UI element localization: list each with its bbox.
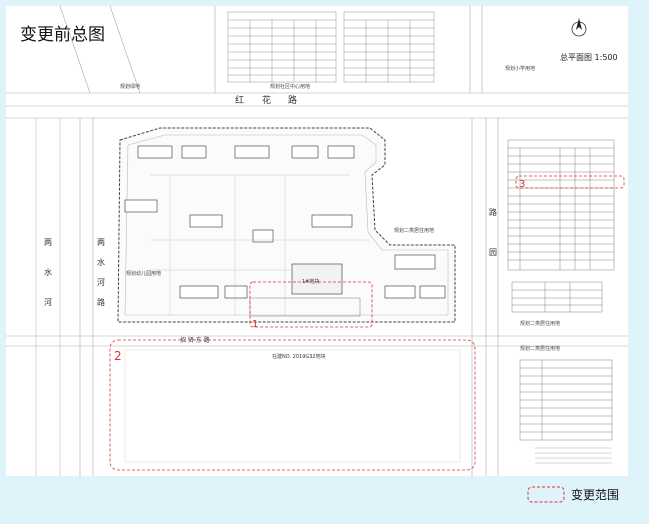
road-name-west-1: 两 <box>97 238 105 247</box>
site-plan-drawing: 变更前总图 总平面图 1:500 规划绿地 规划社区中心用地 规划小学用地 红 … <box>0 0 649 520</box>
building <box>189 214 223 228</box>
building <box>179 285 219 299</box>
label-residential-se: 规划二类居住用地 <box>520 320 560 327</box>
road-name-east-1: 路 <box>489 207 497 217</box>
road-name-north-3: 路 <box>288 94 297 106</box>
change-marker-3: 3 <box>519 179 525 190</box>
building <box>291 145 319 159</box>
scale-note: 总平面图 1:500 <box>560 52 618 62</box>
road-name-west-2: 水 <box>97 257 105 267</box>
legend-label: 变更范围 <box>571 487 619 502</box>
building <box>124 199 158 213</box>
river-name-3: 河 <box>44 297 52 307</box>
road-name-north-1: 红 <box>235 94 244 106</box>
change-marker-2: 2 <box>114 349 122 363</box>
road-name-east-2: 园 <box>489 248 497 257</box>
building <box>419 285 446 299</box>
central-block-label: 1#地块 <box>302 278 319 285</box>
building <box>311 214 353 228</box>
label-school: 规划小学用地 <box>505 65 535 72</box>
building <box>327 145 355 159</box>
label-north-green: 规划绿地 <box>120 83 140 90</box>
building <box>394 254 436 270</box>
road-name-north-2: 花 <box>262 94 271 106</box>
building <box>181 145 207 159</box>
page-title: 变更前总图 <box>20 25 105 45</box>
site-plan-page: 变更前总图 总平面图 1:500 规划绿地 规划社区中心用地 规划小学用地 红 … <box>0 0 649 520</box>
label-community-center: 规划社区中心用地 <box>270 83 310 90</box>
label-residential-se2: 规划二类居住用地 <box>520 345 560 352</box>
building <box>224 285 248 299</box>
label-south-block: 在建NO. 2019G32地块 <box>272 353 326 360</box>
river-name-1: 两 <box>44 238 52 247</box>
label-kindergarten: 规划幼儿园用地 <box>126 270 161 277</box>
road-name-west-4: 路 <box>97 297 105 307</box>
building <box>234 145 270 159</box>
building <box>384 285 416 299</box>
label-residential-east: 规划二类居住用地 <box>394 227 434 234</box>
building <box>137 145 173 159</box>
change-marker-1: 1 <box>252 319 258 330</box>
road-name-west-3: 河 <box>97 277 105 287</box>
river-name-2: 水 <box>44 267 52 277</box>
